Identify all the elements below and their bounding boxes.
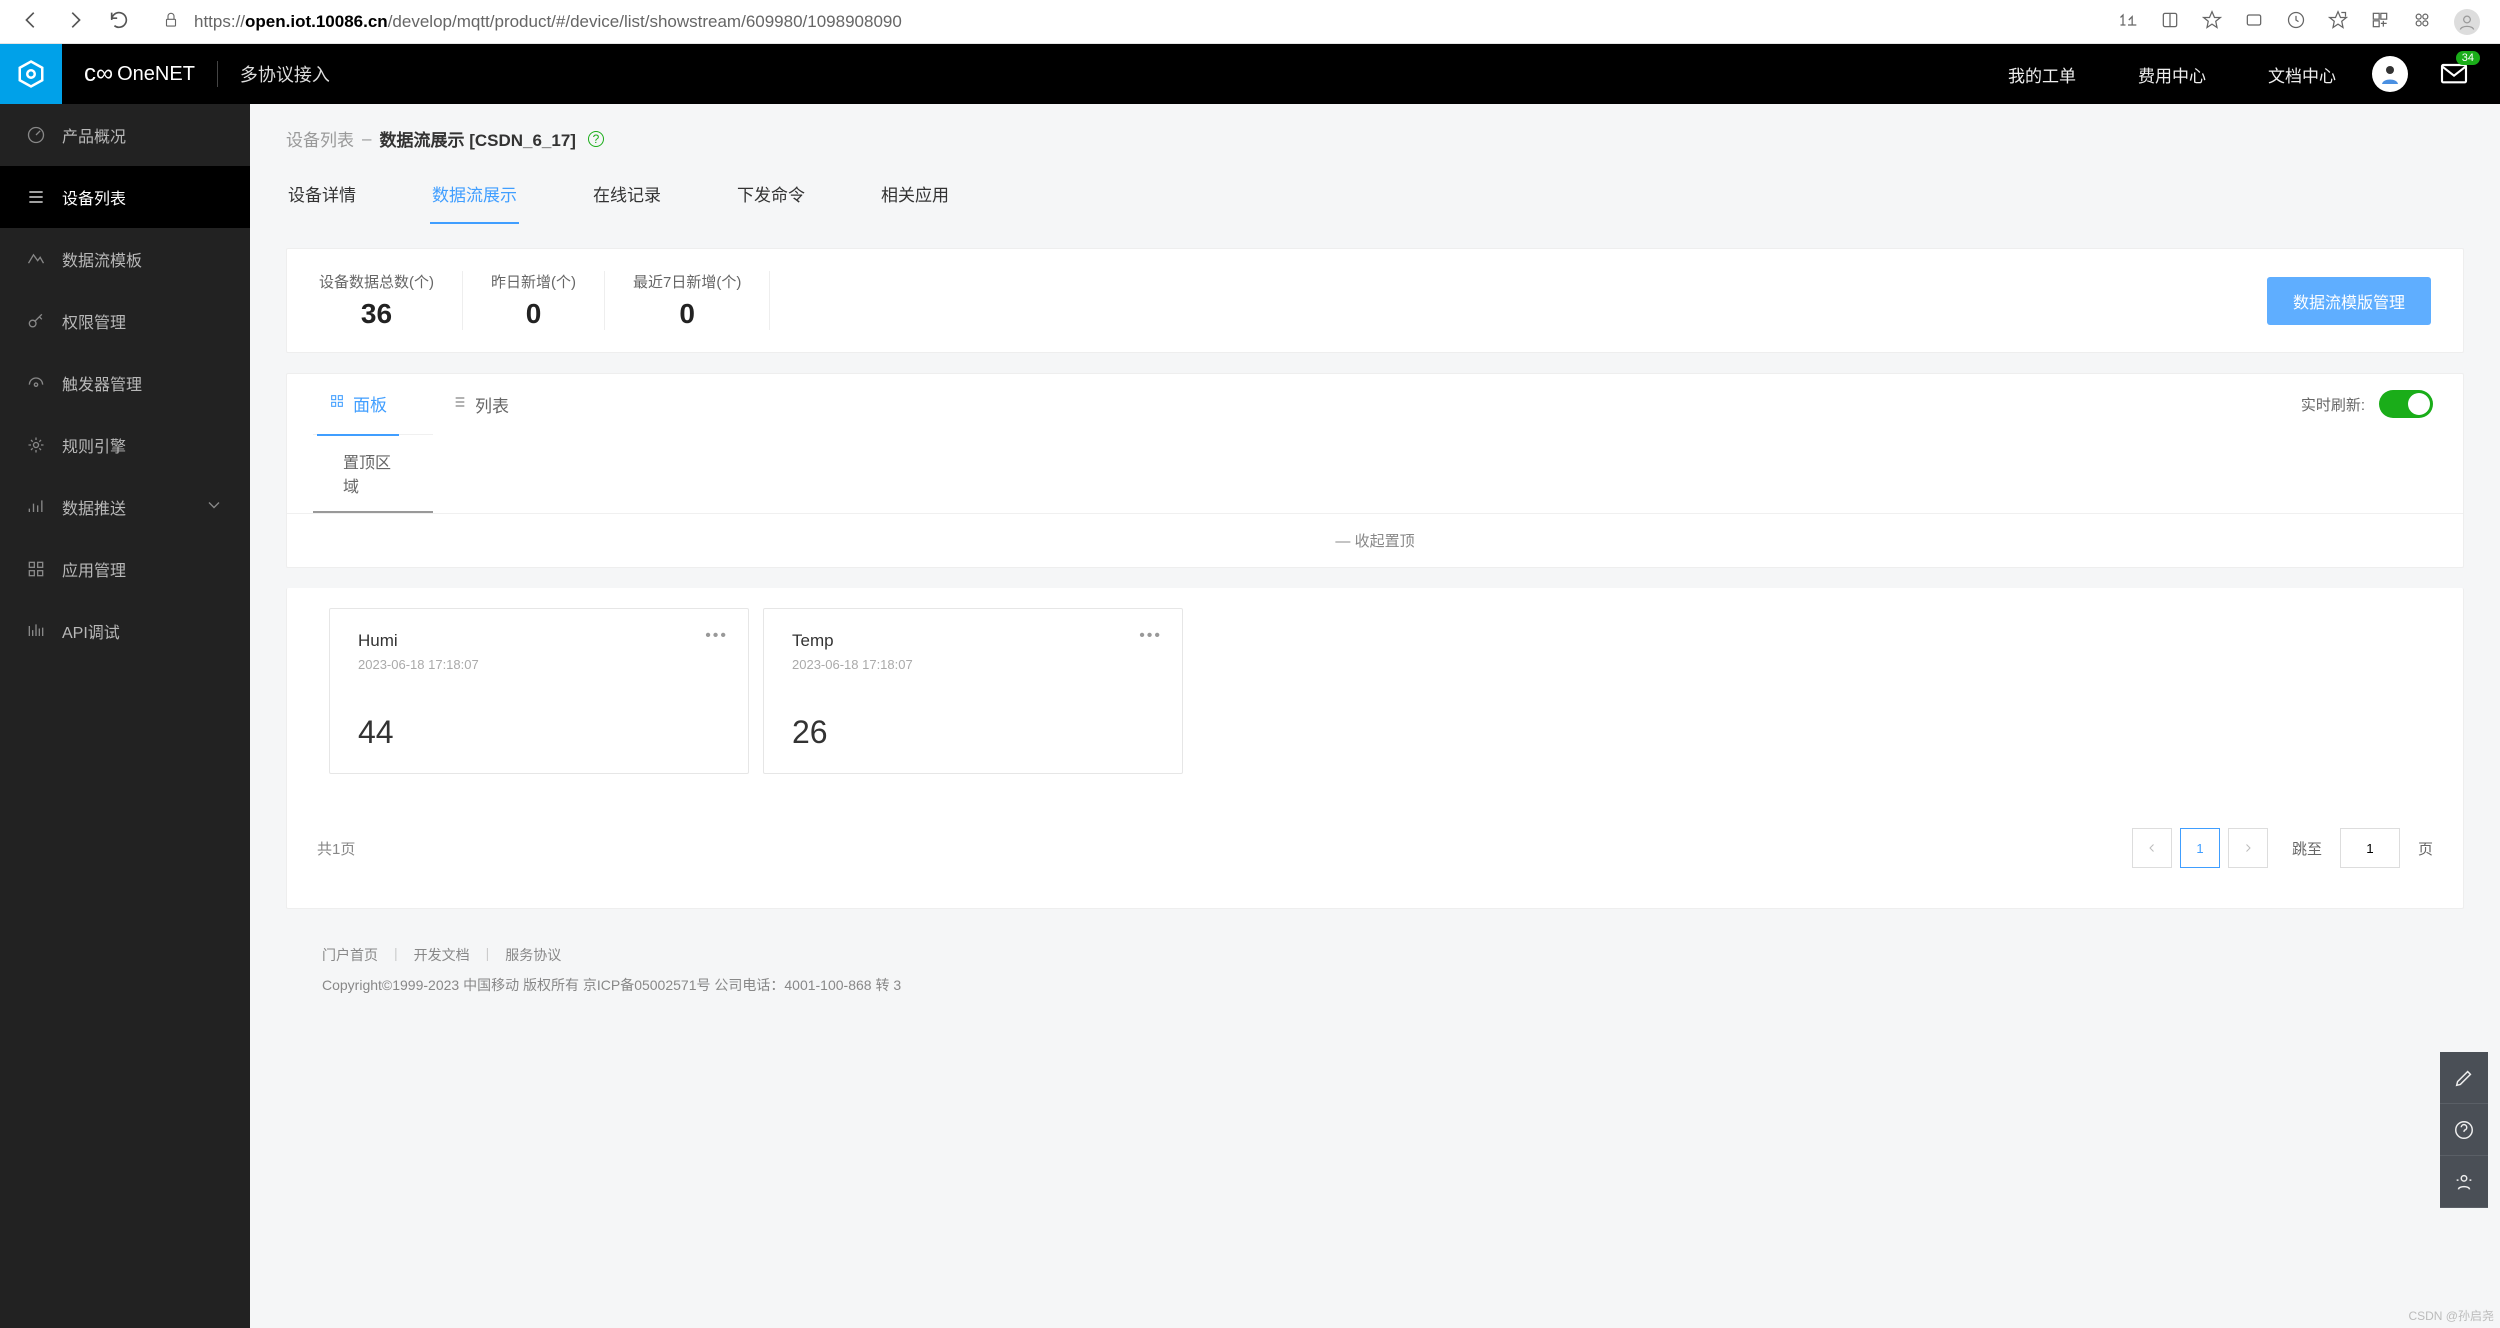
sidebar-item-label: API调试 <box>62 619 120 643</box>
main-content: 设备列表 – 数据流展示 [CSDN_6_17] ? 设备详情 数据流展示 在线… <box>250 104 2500 1328</box>
mail-icon[interactable]: 34 <box>2438 57 2470 92</box>
support-tool-icon[interactable] <box>2440 1156 2488 1208</box>
tab-bar: 设备详情 数据流展示 在线记录 下发命令 相关应用 <box>250 165 2500 224</box>
footer: 门户首页| 开发文档| 服务协议 Copyright©1999-2023 中国移… <box>250 909 2500 1031</box>
stat-total: 设备数据总数(个) 36 <box>319 271 463 330</box>
sidebar-item-label: 规则引擎 <box>62 433 126 457</box>
sidebar-item-label: 数据推送 <box>62 495 126 519</box>
edit-tool-icon[interactable] <box>2440 1052 2488 1104</box>
floating-toolbar <box>2440 1052 2488 1208</box>
sidebar-item-label: 触发器管理 <box>62 371 142 395</box>
prev-page-button[interactable] <box>2132 828 2172 868</box>
tab-data-stream[interactable]: 数据流展示 <box>430 165 519 224</box>
favorites-icon[interactable] <box>2328 10 2348 33</box>
watermark: CSDN @孙启尧 <box>2408 1307 2494 1324</box>
clock-icon[interactable] <box>2286 10 2306 33</box>
url-text: https://open.iot.10086.cn/develop/mqtt/p… <box>194 12 902 32</box>
pagination: 共1页 1 跳至 页 <box>287 810 2463 908</box>
footer-link-tos[interactable]: 服务协议 <box>505 945 561 965</box>
tab-send-command[interactable]: 下发命令 <box>735 165 807 224</box>
star-icon[interactable] <box>2202 10 2222 33</box>
chevron-down-icon <box>204 495 224 520</box>
next-page-button[interactable] <box>2228 828 2268 868</box>
back-icon[interactable] <box>20 9 42 34</box>
profile-avatar[interactable] <box>2454 9 2480 35</box>
page-1-button[interactable]: 1 <box>2180 828 2220 868</box>
screenshot-icon[interactable] <box>2244 10 2264 33</box>
data-panel: 面板 列表 实时刷新: 置顶区域 — 收起置顶 <box>286 373 2464 568</box>
sidebar-item-data-push[interactable]: 数据推送 <box>0 476 250 538</box>
more-icon[interactable]: ••• <box>1139 627 1162 645</box>
breadcrumb: 设备列表 – 数据流展示 [CSDN_6_17] ? <box>250 104 2500 165</box>
sidebar-item-label: 设备列表 <box>62 185 126 209</box>
help-icon[interactable]: ? <box>588 131 604 147</box>
footer-copyright: Copyright©1999-2023 中国移动 版权所有 京ICP备05002… <box>322 975 2428 995</box>
brand-name: c∞OneNET <box>62 60 217 88</box>
sidebar-item-label: 权限管理 <box>62 309 126 333</box>
sidebar-item-devices[interactable]: 设备列表 <box>0 166 250 228</box>
realtime-refresh-label: 实时刷新: <box>2301 394 2365 415</box>
data-card-temp: ••• Temp 2023-06-18 17:18:07 26 <box>763 608 1183 774</box>
manage-template-button[interactable]: 数据流模版管理 <box>2267 277 2431 325</box>
jump-suffix: 页 <box>2418 838 2433 859</box>
footer-link-docs[interactable]: 开发文档 <box>414 945 470 965</box>
tab-online-record[interactable]: 在线记录 <box>591 165 663 224</box>
sidebar: 产品概况 设备列表 数据流模板 权限管理 触发器管理 规则引擎 数据推送 <box>0 104 250 1328</box>
more-icon[interactable]: ••• <box>705 627 728 645</box>
refresh-icon[interactable] <box>108 9 130 34</box>
nav-docs[interactable]: 文档中心 <box>2268 62 2336 87</box>
view-panel-tab[interactable]: 面板 <box>317 373 399 436</box>
sidebar-item-label: 数据流模板 <box>62 247 142 271</box>
sidebar-item-rules[interactable]: 规则引擎 <box>0 414 250 476</box>
sidebar-item-api-debug[interactable]: API调试 <box>0 600 250 662</box>
tab-device-detail[interactable]: 设备详情 <box>286 165 358 224</box>
product-subtitle: 多协议接入 <box>217 61 352 87</box>
lock-icon <box>162 11 180 32</box>
reader-icon[interactable] <box>2160 10 2180 33</box>
breadcrumb-parent[interactable]: 设备列表 <box>286 126 354 151</box>
data-cards-row: ••• Humi 2023-06-18 17:18:07 44 ••• Temp… <box>287 588 2463 810</box>
view-list-tab[interactable]: 列表 <box>439 374 521 435</box>
nav-orders[interactable]: 我的工单 <box>2008 62 2076 87</box>
sidebar-item-label: 应用管理 <box>62 557 126 581</box>
extension-icon[interactable] <box>2412 10 2432 33</box>
stat-yesterday: 昨日新增(个) 0 <box>463 271 605 330</box>
text-size-icon[interactable] <box>2118 10 2138 33</box>
help-tool-icon[interactable] <box>2440 1104 2488 1156</box>
pin-section-tab[interactable]: 置顶区域 <box>313 434 433 513</box>
sidebar-item-triggers[interactable]: 触发器管理 <box>0 352 250 414</box>
browser-address-bar: https://open.iot.10086.cn/develop/mqtt/p… <box>0 0 2500 44</box>
brand-logo-icon[interactable] <box>0 44 62 104</box>
sidebar-item-apps[interactable]: 应用管理 <box>0 538 250 600</box>
breadcrumb-current: 数据流展示 [CSDN_6_17] <box>379 126 576 151</box>
jump-input[interactable] <box>2340 828 2400 868</box>
url-field[interactable]: https://open.iot.10086.cn/develop/mqtt/p… <box>148 7 2100 37</box>
realtime-refresh-toggle[interactable] <box>2379 390 2433 418</box>
page-total: 共1页 <box>317 838 355 859</box>
list-icon <box>451 394 467 415</box>
collections-icon[interactable] <box>2370 10 2390 33</box>
collapse-pin-button[interactable]: — 收起置顶 <box>287 513 2463 567</box>
stats-card: 设备数据总数(个) 36 昨日新增(个) 0 最近7日新增(个) 0 数据流模版… <box>286 248 2464 353</box>
sidebar-item-stream-template[interactable]: 数据流模板 <box>0 228 250 290</box>
user-avatar[interactable] <box>2372 56 2408 92</box>
sidebar-item-label: 产品概况 <box>62 123 126 147</box>
grid-icon <box>329 393 345 414</box>
mail-badge: 34 <box>2456 51 2480 65</box>
data-card-humi: ••• Humi 2023-06-18 17:18:07 44 <box>329 608 749 774</box>
footer-link-portal[interactable]: 门户首页 <box>322 945 378 965</box>
sidebar-item-overview[interactable]: 产品概况 <box>0 104 250 166</box>
app-header: c∞OneNET 多协议接入 我的工单 费用中心 文档中心 34 <box>0 44 2500 104</box>
tab-related-apps[interactable]: 相关应用 <box>879 165 951 224</box>
stat-week: 最近7日新增(个) 0 <box>605 271 770 330</box>
nav-billing[interactable]: 费用中心 <box>2138 62 2206 87</box>
jump-label: 跳至 <box>2292 838 2322 859</box>
forward-icon[interactable] <box>64 9 86 34</box>
sidebar-item-permissions[interactable]: 权限管理 <box>0 290 250 352</box>
